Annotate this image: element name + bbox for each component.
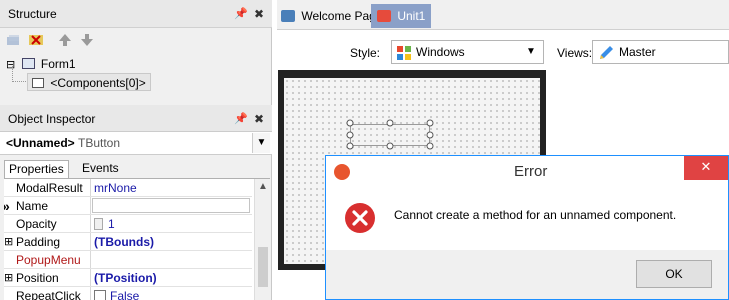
object-inspector-title-label: Object Inspector: [8, 112, 96, 126]
tree-item-components[interactable]: <Components[0]>: [27, 73, 151, 91]
property-row-repeatclick[interactable]: RepeatClick False: [4, 287, 252, 300]
expand-icon[interactable]: ⊞: [4, 233, 14, 251]
tab-welcome-page[interactable]: Welcome Page: [281, 5, 383, 27]
tab-events[interactable]: Events: [78, 160, 123, 178]
close-icon[interactable]: ✖: [254, 112, 264, 126]
tree-line: [12, 81, 26, 82]
name-edit-field[interactable]: [92, 198, 250, 213]
property-value[interactable]: mrNone: [94, 179, 137, 197]
property-value[interactable]: (TPosition): [94, 269, 157, 287]
style-value: Windows: [416, 45, 465, 59]
property-row-position[interactable]: ⊞ Position (TPosition): [4, 269, 252, 287]
property-value[interactable]: 1: [108, 215, 115, 233]
tab-label: Unit1: [397, 9, 426, 23]
error-dialog: Error ✕ Cannot create a method for an un…: [325, 155, 729, 300]
property-value[interactable]: (TBounds): [94, 233, 154, 251]
designer-toolbar: Style: Windows ▼ Views: Master: [277, 38, 729, 68]
tree-item-label: Form1: [40, 57, 76, 71]
dialog-body: Cannot create a method for an unnamed co…: [326, 188, 728, 250]
cut-icon: [29, 35, 43, 45]
structure-panel-title: Structure: [0, 0, 272, 28]
pin-icon[interactable]: 📌: [234, 7, 248, 20]
error-icon: [345, 203, 375, 233]
structure-toolbar-icon-2[interactable]: [28, 33, 46, 47]
home-icon: [281, 10, 295, 22]
close-icon[interactable]: ✖: [254, 7, 264, 21]
windows-icon: [397, 46, 411, 60]
editor-tabs: Welcome Page Unit1: [277, 0, 729, 30]
selection-handles: [346, 119, 434, 150]
structure-toolbar-icon-1[interactable]: [6, 33, 24, 47]
property-name: Opacity: [16, 217, 57, 231]
object-selector-combo[interactable]: <Unnamed> TButton ▼: [0, 131, 272, 155]
collapse-icon[interactable]: ⊟: [6, 58, 15, 71]
property-row-modalresult[interactable]: ModalResult mrNone: [4, 179, 252, 197]
dialog-button-bar: OK: [326, 250, 728, 299]
move-up-button[interactable]: [58, 33, 72, 47]
object-name: <Unnamed>: [6, 136, 75, 150]
unit-icon: [377, 10, 391, 22]
tab-unit1[interactable]: Unit1: [371, 4, 432, 28]
dialog-title-bar: Error ✕: [326, 156, 728, 188]
tab-properties-label: Properties: [9, 162, 64, 176]
arrow-down-icon: [81, 34, 93, 46]
pin-icon[interactable]: 📌: [234, 112, 248, 125]
property-value[interactable]: False: [110, 287, 139, 300]
tree-item-form1[interactable]: ⊟ Form1: [6, 55, 76, 73]
checkbox[interactable]: [94, 290, 106, 300]
tree-line: [12, 66, 13, 82]
views-select[interactable]: Master: [592, 40, 729, 64]
close-icon: ✕: [700, 160, 712, 175]
object-type: TButton: [78, 136, 121, 150]
current-row-marker-icon: »: [4, 197, 14, 215]
scrollbar[interactable]: ▲: [254, 179, 270, 300]
structure-panel: Structure 📌 ✖ ⊟ Form1 <Components[0]>: [0, 0, 272, 105]
expand-icon[interactable]: ⊞: [4, 269, 14, 287]
views-label: Views:: [557, 46, 593, 60]
property-name: Position: [16, 271, 59, 285]
pencil-icon: [600, 46, 613, 59]
property-name: RepeatClick: [16, 289, 81, 300]
property-name: ModalResult: [16, 181, 83, 195]
property-row-padding[interactable]: ⊞ Padding (TBounds): [4, 233, 252, 251]
property-name: Padding: [16, 235, 61, 249]
structure-title-label: Structure: [8, 7, 57, 21]
style-label: Style:: [350, 46, 381, 60]
property-grid: ModalResult mrNone » Name Opacity 1 ⊞ Pa…: [4, 178, 270, 300]
ide-window: Structure 📌 ✖ ⊟ Form1 <Components[0]> Ob…: [0, 0, 729, 300]
ok-button[interactable]: OK: [636, 260, 712, 288]
scroll-up-icon[interactable]: ▲: [258, 181, 268, 192]
property-name: Name: [16, 199, 49, 213]
property-row-opacity[interactable]: Opacity 1: [4, 215, 252, 233]
property-name: PopupMenu: [16, 253, 81, 267]
tree-item-label: <Components[0]>: [50, 76, 146, 90]
app-icon: [334, 164, 350, 180]
trackbar-icon: [94, 218, 103, 230]
dialog-message: Cannot create a method for an unnamed co…: [394, 208, 677, 222]
chevron-down-icon: ▼: [526, 46, 536, 57]
tab-properties[interactable]: Properties: [4, 160, 69, 178]
object-inspector-title: Object Inspector: [0, 105, 272, 133]
move-down-button[interactable]: [80, 33, 94, 47]
component-icon: [32, 78, 44, 88]
form-icon: [21, 58, 35, 69]
ok-button-label: OK: [665, 267, 683, 281]
property-row-popupmenu[interactable]: PopupMenu: [4, 251, 252, 269]
style-select[interactable]: Windows ▼: [391, 40, 544, 64]
views-value: Master: [619, 45, 656, 59]
scrollbar-thumb[interactable]: [258, 247, 268, 287]
delete-icon: [7, 35, 19, 45]
arrow-up-icon: [59, 34, 71, 46]
dialog-close-button[interactable]: ✕: [684, 156, 728, 180]
property-row-name[interactable]: » Name: [4, 197, 252, 215]
dialog-title: Error: [514, 163, 548, 180]
chevron-down-icon[interactable]: ▼: [252, 133, 270, 153]
tab-events-label: Events: [82, 161, 119, 175]
